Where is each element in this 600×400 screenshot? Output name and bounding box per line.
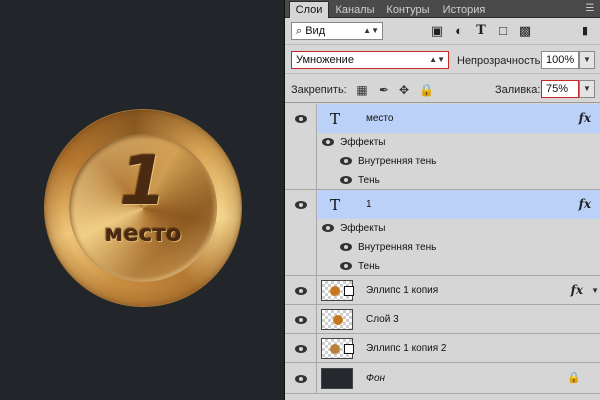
eye-icon[interactable] [322,138,334,146]
filter-kind-dropdown[interactable]: ⌕ Вид ▲▼ [291,22,383,40]
lock-label: Закрепить: [291,84,347,96]
tab-history[interactable]: История [437,2,491,18]
gold-medal-artwork: 1 место [45,110,241,306]
vector-mask-icon [344,286,354,296]
opacity-dropdown-arrow-icon[interactable]: ▼ [579,51,595,69]
layer-header: Эллипс 1 копия 2 [318,334,600,362]
lock-icon[interactable]: 🔒 [567,371,581,385]
eye-icon[interactable] [295,345,307,353]
medal-number: 1 [119,142,167,221]
visibility-cell [285,363,317,393]
visibility-cell [285,305,317,333]
effect-inner-shadow-row[interactable]: Внутренняя тень [318,238,600,257]
layer-row-ellipse-copy[interactable]: Эллипс 1 копия fx ▼ [285,276,600,305]
filter-pixel-icon[interactable]: ▣ [429,23,445,39]
effects-row[interactable]: Эффекты [318,133,600,152]
visibility-cell [285,334,317,362]
fx-icon[interactable]: fx [579,197,591,211]
effects-row[interactable]: Эффекты [318,219,600,238]
expand-effects-icon[interactable]: ▼ [591,284,599,298]
effect-label: Тень [358,261,380,272]
effect-label: Тень [358,175,380,186]
effect-label: Внутренняя тень [358,242,437,253]
effect-label: Внутренняя тень [358,156,437,167]
text-layer-icon: T [330,110,341,128]
layer-header: T место fx [318,104,600,133]
effect-inner-shadow-row[interactable]: Внутренняя тень [318,152,600,171]
eye-icon[interactable] [295,115,307,123]
eye-icon[interactable] [340,243,352,251]
layer-name[interactable]: Эллипс 1 копия [366,284,438,298]
text-layer-icon: T [330,196,341,214]
filter-adjustment-icon[interactable]: ◐ [451,23,467,39]
layers-panel: Слои Каналы Контуры История ☰ ⌕ Вид ▲▼ ▣… [284,0,600,400]
chevron-updown-icon: ▲▼ [363,26,379,35]
filter-smart-object-icon[interactable]: ▩ [517,23,533,39]
filter-kind-label: ⌕ Вид [296,25,326,37]
layer-name[interactable]: Слой 3 [366,313,399,327]
fx-icon[interactable]: fx [571,283,583,297]
vector-mask-icon [344,344,354,354]
eye-icon[interactable] [340,176,352,184]
layer-name[interactable]: Фон [366,372,385,386]
filter-shape-icon[interactable]: □ [495,23,511,39]
blend-mode-value: Умножение [296,54,354,66]
layer-name[interactable]: Эллипс 1 копия 2 [366,342,446,356]
visibility-cell [285,276,317,304]
fill-dropdown-arrow-icon[interactable]: ▼ [579,80,595,98]
chevron-updown-icon: ▲▼ [429,55,445,64]
eye-icon[interactable] [295,316,307,324]
layer-thumbnail [321,280,354,301]
medal-inner-disc: 1 место [69,134,217,282]
layer-header: Фон 🔒 [318,363,600,393]
opacity-input[interactable]: 100% [541,51,579,69]
layer-header: Эллипс 1 копия fx ▼ [318,276,600,304]
visibility-cell [285,104,317,189]
lock-image-pixels-icon[interactable]: ✒ [377,83,391,97]
panel-tab-bar: Слои Каналы Контуры История ☰ [285,0,600,18]
layer-thumbnail [321,338,354,359]
filter-toggle-icon[interactable]: ▮ [577,23,593,39]
layer-thumbnail [321,309,353,330]
eye-icon[interactable] [340,262,352,270]
layer-row-1[interactable]: T 1 fx Эффекты Внутренняя тень Тень [285,190,600,276]
layer-list: T место fx Эффекты Внутренняя тень Тень … [285,104,600,400]
eye-icon[interactable] [295,375,307,383]
lock-position-icon[interactable]: ✥ [397,83,411,97]
visibility-cell [285,190,317,275]
blend-row: Умножение ▲▼ Непрозрачность: 100% ▼ [285,44,600,72]
layer-row-layer-3[interactable]: Слой 3 [285,305,600,334]
opacity-label: Непрозрачность: [457,55,544,67]
layer-header: Слой 3 [318,305,600,333]
filter-type-icon[interactable]: T [473,23,489,39]
layer-name[interactable]: место [366,112,393,126]
eye-icon[interactable] [340,157,352,165]
layer-row-ellipse-copy-2[interactable]: Эллипс 1 копия 2 [285,334,600,363]
layer-thumbnail [321,368,353,389]
fx-icon[interactable]: fx [579,111,591,125]
layer-name[interactable]: 1 [366,198,372,212]
medal-caption: место [104,221,182,247]
eye-icon[interactable] [322,224,334,232]
effect-drop-shadow-row[interactable]: Тень [318,171,600,190]
fill-label: Заливка: [495,84,541,96]
fill-input[interactable]: 75% [541,80,579,98]
lock-row: Закрепить: ▦ ✒ ✥ 🔒 Заливка: 75% ▼ [285,73,600,103]
effect-drop-shadow-row[interactable]: Тень [318,257,600,276]
document-canvas[interactable]: 1 место [0,0,284,400]
effects-label: Эффекты [340,137,386,148]
panel-menu-icon[interactable]: ☰ [583,3,597,15]
layer-row-mesto[interactable]: T место fx Эффекты Внутренняя тень Тень [285,104,600,190]
tab-channels[interactable]: Каналы [331,2,379,18]
eye-icon[interactable] [295,287,307,295]
eye-icon[interactable] [295,201,307,209]
layer-header: T 1 fx [318,190,600,219]
layer-row-background[interactable]: Фон 🔒 [285,363,600,394]
tab-paths[interactable]: Контуры [381,2,435,18]
effects-label: Эффекты [340,223,386,234]
lock-transparent-pixels-icon[interactable]: ▦ [355,83,369,97]
tab-layers[interactable]: Слои [289,1,329,18]
lock-all-icon[interactable]: 🔒 [419,83,434,97]
blend-mode-dropdown[interactable]: Умножение ▲▼ [291,51,449,69]
